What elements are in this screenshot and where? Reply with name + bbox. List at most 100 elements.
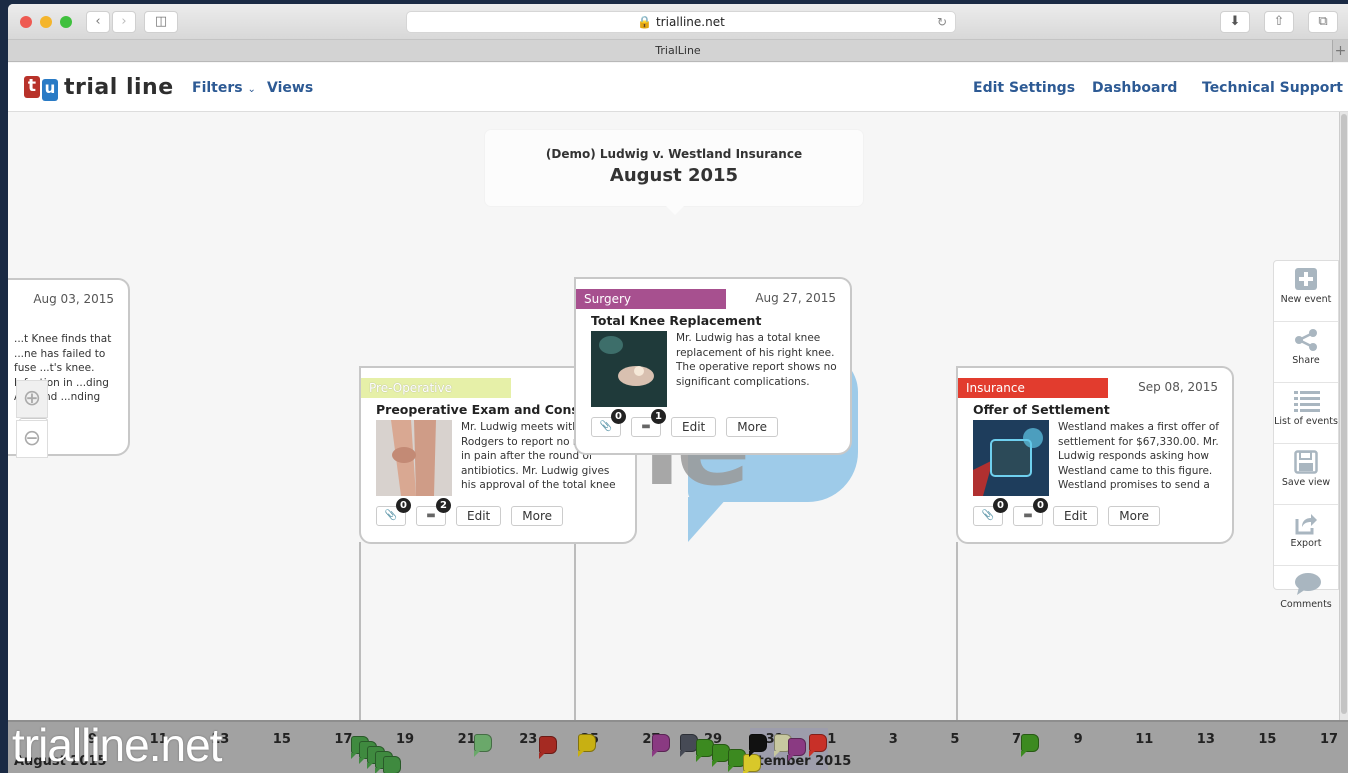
attachments-button[interactable]: 📎 0 xyxy=(591,409,626,437)
technical-support-link[interactable]: Technical Support xyxy=(1202,80,1343,96)
list-of-events-label: List of events xyxy=(1274,416,1338,427)
close-window-button[interactable] xyxy=(20,16,32,28)
timeline-tick: 17 xyxy=(334,732,353,747)
month-label-august: August 2015 xyxy=(14,754,107,769)
active-tab-title[interactable]: TrialLine xyxy=(655,44,700,57)
edit-settings-link[interactable]: Edit Settings xyxy=(973,80,1075,96)
event-date: Aug 27, 2015 xyxy=(755,291,836,305)
comments-label: Comments xyxy=(1280,599,1332,610)
comment-icon xyxy=(1294,572,1321,596)
maximize-window-button[interactable] xyxy=(60,16,72,28)
comments-panel-button[interactable]: Comments xyxy=(1274,572,1338,627)
list-of-events-button[interactable]: List of events xyxy=(1274,389,1338,444)
event-thumbnail-settlement[interactable] xyxy=(973,420,1049,496)
sidebar-toggle-button[interactable]: ◫ xyxy=(144,11,178,33)
minimize-window-button[interactable] xyxy=(40,16,52,28)
downloads-button[interactable]: ⬇ xyxy=(1220,11,1250,33)
event-title[interactable]: Offer of Settlement xyxy=(973,402,1110,417)
export-label: Export xyxy=(1290,538,1322,549)
trialline-logo[interactable]: t u trial line xyxy=(24,74,174,101)
timeline-event-flag[interactable] xyxy=(652,734,670,757)
more-button[interactable]: More xyxy=(1108,506,1160,526)
more-button[interactable]: More xyxy=(511,506,563,526)
views-link[interactable]: Views xyxy=(267,80,313,96)
new-event-label: New event xyxy=(1280,294,1332,305)
lock-icon: 🔒 xyxy=(637,15,653,29)
event-title[interactable]: Total Knee Replacement xyxy=(591,313,761,328)
timeline-tick: 13 xyxy=(211,732,230,747)
paperclip-icon: 📎 xyxy=(384,510,398,521)
event-thumbnail-surgery[interactable] xyxy=(591,331,667,407)
timeline-tick: 13 xyxy=(1196,732,1215,747)
timeline-tick: 15 xyxy=(1258,732,1277,747)
save-view-button[interactable]: Save view xyxy=(1274,450,1338,505)
timeline-tick: 21 xyxy=(457,732,476,747)
share-label: Share xyxy=(1292,355,1320,366)
comments-button[interactable]: ▬ 1 xyxy=(631,409,666,437)
edit-button[interactable]: Edit xyxy=(671,417,717,437)
timeline-event-flag[interactable] xyxy=(539,736,557,759)
timeline-tick: 5 xyxy=(950,732,960,747)
dashboard-link[interactable]: Dashboard xyxy=(1092,80,1177,96)
timeline-tick: 17 xyxy=(1320,732,1339,747)
timeline-event-flag[interactable] xyxy=(809,734,827,757)
share-button[interactable]: Share xyxy=(1274,328,1338,383)
attachments-button[interactable]: 📎 0 xyxy=(376,498,411,526)
timeline-tick: 11 xyxy=(1135,732,1154,747)
event-card[interactable]: Insurance Sep 08, 2015 Offer of Settleme… xyxy=(956,366,1234,544)
edit-button[interactable]: Edit xyxy=(456,506,502,526)
back-button[interactable]: ‹ xyxy=(86,11,110,33)
comments-count: 2 xyxy=(436,498,451,513)
new-event-button[interactable]: New event xyxy=(1274,267,1338,322)
zoom-out-button[interactable]: ⊖ xyxy=(16,420,48,458)
event-description: Westland makes a first offer of settleme… xyxy=(1058,421,1219,494)
case-name: (Demo) Ludwig v. Westland Insurance xyxy=(545,147,803,161)
attachments-button[interactable]: 📎 0 xyxy=(973,498,1008,526)
zoom-in-button[interactable]: ⊕ xyxy=(16,380,48,418)
event-date: Sep 08, 2015 xyxy=(1138,380,1218,394)
attachments-count: 0 xyxy=(993,498,1008,513)
timeline-event-flag[interactable] xyxy=(474,734,492,757)
list-icon xyxy=(1294,389,1320,413)
current-month: August 2015 xyxy=(609,165,739,186)
forward-button[interactable]: › xyxy=(112,11,136,33)
timeline-event-flag[interactable] xyxy=(788,738,806,761)
paperclip-icon: 📎 xyxy=(599,421,613,432)
url-bar[interactable]: 🔒 trialline.net ↻ xyxy=(406,11,956,33)
event-title[interactable]: Preoperative Exam and Consulta xyxy=(376,402,606,417)
timeline-event-flag[interactable] xyxy=(578,734,596,757)
timeline-event-flag[interactable] xyxy=(749,734,767,757)
timeline-canvas[interactable]: ine (Demo) Ludwig v. Westland Insurance … xyxy=(8,112,1348,720)
timeline-event-flag[interactable] xyxy=(383,756,401,773)
timeline-tick: 3 xyxy=(888,732,898,747)
side-action-panel: New event Share List of events Save view… xyxy=(1273,260,1339,610)
more-button[interactable]: More xyxy=(726,417,778,437)
timeline-tick: 19 xyxy=(396,732,415,747)
timeline-tick: 9 xyxy=(1073,732,1083,747)
new-tab-button[interactable]: + xyxy=(1332,40,1348,62)
comments-button[interactable]: ▬ 2 xyxy=(416,498,451,526)
comments-count: 1 xyxy=(651,409,666,424)
share-page-button[interactable]: ⇧ xyxy=(1264,11,1294,33)
timeline-tick: 15 xyxy=(272,732,291,747)
logo-text: trial line xyxy=(64,74,174,100)
event-description: Mr. Ludwig has a total knee replacement … xyxy=(676,332,837,388)
timeline-axis[interactable]: August 2015 September 2015 9 11 13 15 17 19 21… xyxy=(8,720,1348,773)
timeline-tick: 9 xyxy=(88,732,98,747)
tabs-overview-button[interactable]: ⧉ xyxy=(1308,11,1338,33)
event-thumbnail-knee[interactable] xyxy=(376,420,452,496)
comments-count: 0 xyxy=(1033,498,1048,513)
reload-icon[interactable]: ↻ xyxy=(937,12,947,32)
case-header: (Demo) Ludwig v. Westland Insurance Augu… xyxy=(485,130,863,215)
filters-menu[interactable]: Filters ⌄ xyxy=(192,80,256,96)
timeline-tick: 11 xyxy=(149,732,168,747)
timeline-event-flag[interactable] xyxy=(1021,734,1039,757)
export-button[interactable]: Export xyxy=(1274,511,1338,566)
vertical-scrollbar[interactable] xyxy=(1339,112,1348,720)
event-card[interactable]: Surgery Aug 27, 2015 Total Knee Replacem… xyxy=(574,277,852,455)
timeline-tick: 1 xyxy=(827,732,837,747)
timeline-tick: 7 xyxy=(1012,732,1022,747)
comments-button[interactable]: ▬ 0 xyxy=(1013,498,1048,526)
edit-button[interactable]: Edit xyxy=(1053,506,1099,526)
export-icon xyxy=(1294,511,1318,535)
